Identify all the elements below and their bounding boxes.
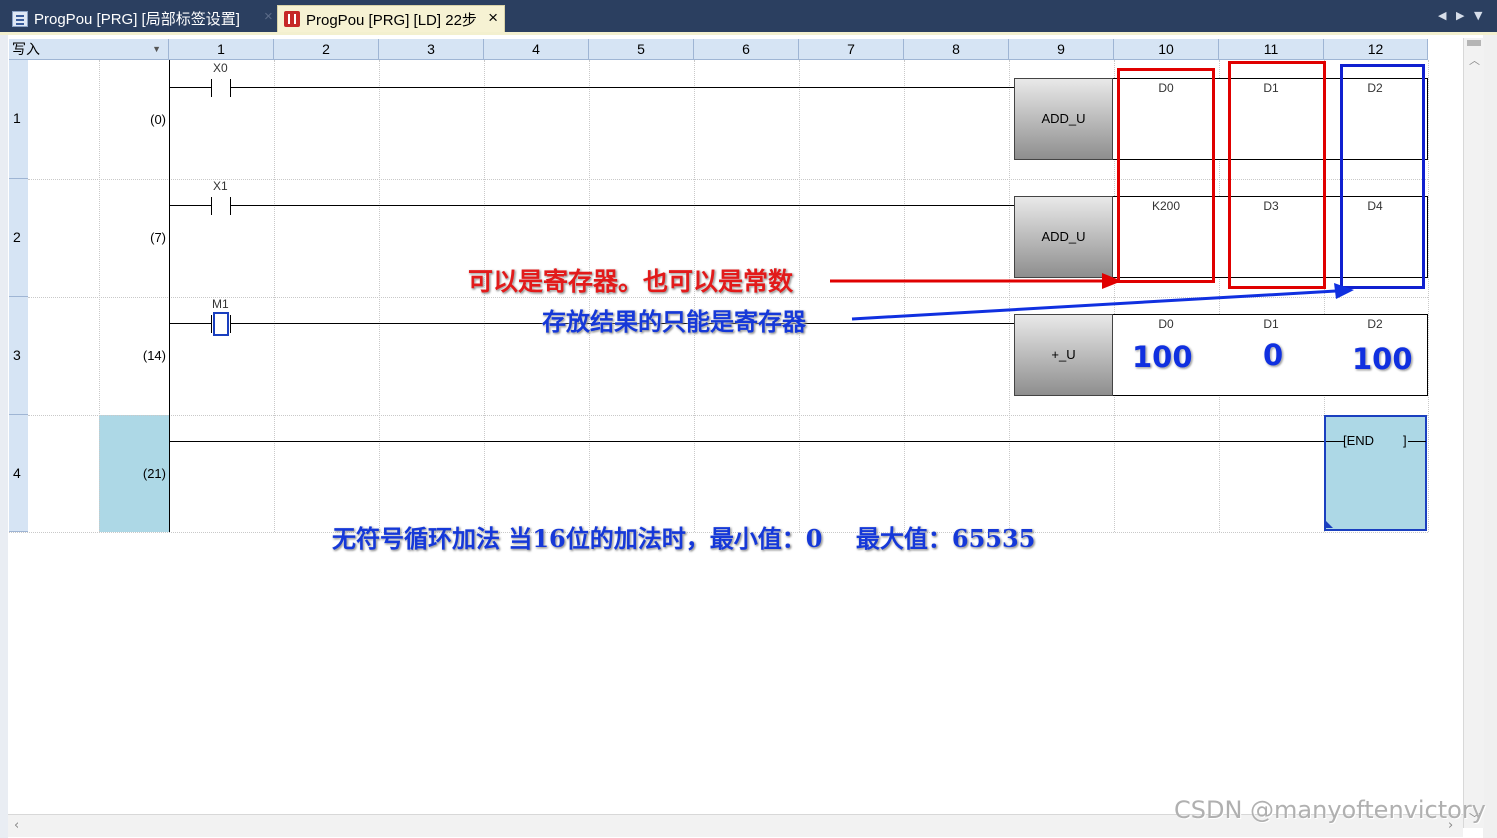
annotation-source: 可以是寄存器。也可以是常数 [468, 267, 794, 296]
dest-arrow [851, 289, 1337, 321]
watermark: CSDN @manyoftenvictory [1174, 796, 1486, 824]
annotation-note: 无符号循环加法 当16位的加法时，最小值：0 最大值：65535 [332, 524, 1036, 553]
scroll-up-icon[interactable]: ︿ [1469, 52, 1480, 68]
scroll-left-icon[interactable]: ‹ [14, 818, 19, 833]
source-arrowhead [1102, 273, 1122, 289]
annotation-dest: 存放结果的只能是寄存器 [542, 307, 806, 336]
dest-arrowhead [1334, 283, 1354, 299]
annotation-arrows [830, 273, 1354, 321]
scroll-thumb[interactable] [1467, 40, 1481, 46]
vertical-scrollbar[interactable]: ︿ ﹀ [1463, 38, 1484, 828]
